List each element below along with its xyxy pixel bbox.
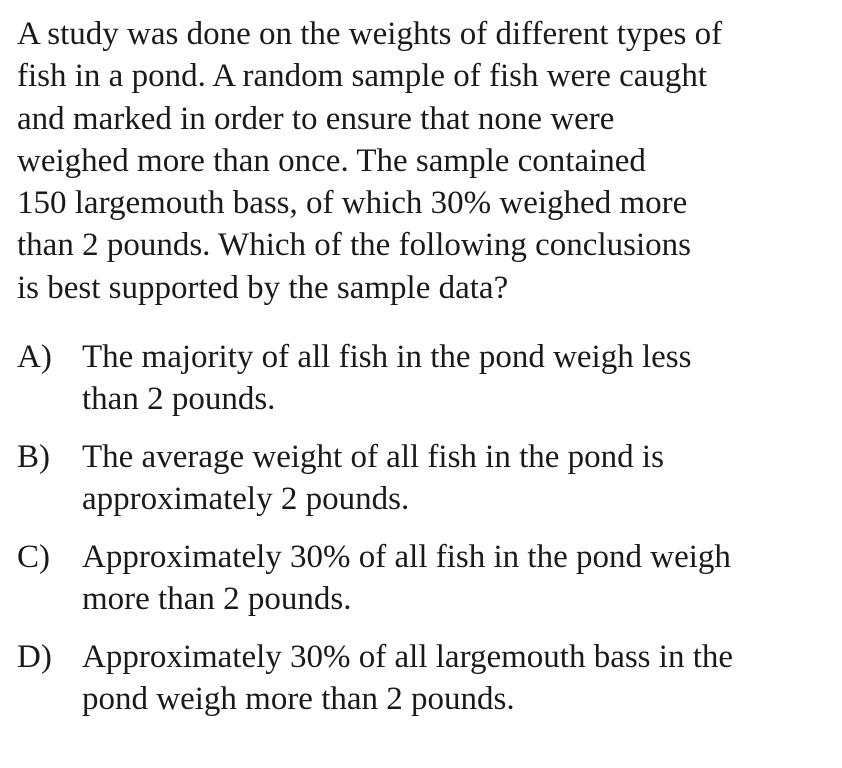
choice-text: The majority of all fish in the pond wei… (82, 337, 827, 420)
choice-line: The average weight of all fish in the po… (82, 439, 664, 475)
stem-line: fish in a pond. A random sample of fish … (17, 58, 708, 95)
choice-letter: C) (17, 539, 50, 575)
stem-line: and marked in order to ensure that none … (17, 100, 615, 137)
choice-line: than 2 pounds. (82, 380, 276, 417)
question: A study was done on the weights of diffe… (17, 13, 827, 717)
stem-line: 150 largemouth bass, of which 30% weighe… (17, 185, 688, 222)
stem-line: than 2 pounds. Which of the following co… (17, 227, 691, 264)
question-stem: A study was done on the weights of diffe… (17, 13, 827, 309)
stem-line: is best supported by the sample data? (17, 269, 509, 306)
choice-letter: B) (17, 439, 50, 475)
choice-letter: D) (17, 639, 52, 675)
choice-line: more than 2 pounds. (82, 580, 352, 617)
stem-line: A study was done on the weights of diffe… (17, 16, 723, 52)
choice-text: Approximately 30% of all fish in the pon… (82, 537, 827, 620)
choice-text: Approximately 30% of all largemouth bass… (82, 637, 827, 720)
choice-line: pond weigh more than 2 pounds. (82, 680, 515, 717)
choice-line: Approximately 30% of all fish in the pon… (82, 539, 731, 575)
choice-line: approximately 2 pounds. (82, 480, 410, 517)
choice-letter: A) (17, 339, 52, 375)
choice-line: Approximately 30% of all largemouth bass… (82, 639, 734, 675)
stem-line: weighed more than once. The sample conta… (17, 142, 646, 179)
choice-text: The average weight of all fish in the po… (82, 437, 827, 520)
choice-line: The majority of all fish in the pond wei… (82, 339, 692, 375)
